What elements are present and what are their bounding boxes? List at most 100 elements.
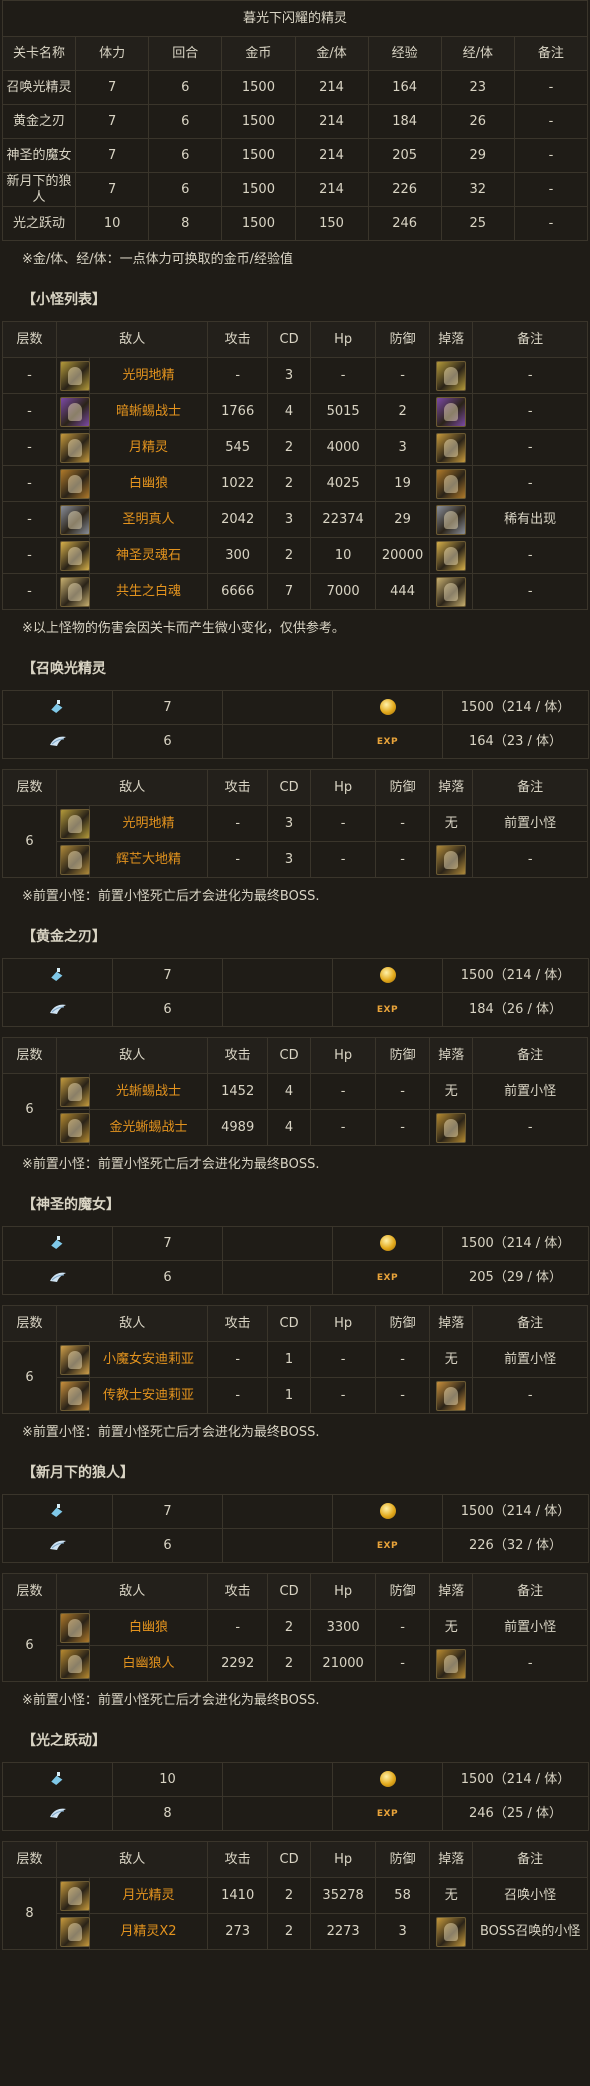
defense-cell: - [375, 357, 431, 394]
note-cell: - [472, 1109, 588, 1146]
gold-value: 1500（214 / 体） [442, 958, 589, 993]
monster-header: 层数 [1, 1305, 58, 1342]
monster-name[interactable]: 白幽狼 [88, 1609, 209, 1646]
overview-cell: 214 [294, 104, 369, 139]
monster-name[interactable]: 传教士安迪莉亚 [88, 1377, 209, 1414]
defense-cell: - [375, 805, 431, 842]
monster-name[interactable]: 暗蜥蜴战士 [88, 393, 209, 430]
note-cell: 前置小怪 [472, 1073, 588, 1110]
monster-name[interactable]: 辉芒大地精 [88, 841, 209, 878]
monster-header: 防御 [375, 1573, 431, 1610]
stage-title: 【新月下的狼人】 [22, 1465, 134, 1481]
monster-name[interactable]: 神圣灵魂石 [88, 537, 209, 574]
hp-cell: - [310, 805, 377, 842]
attack-cell: 1452 [207, 1073, 268, 1110]
attack-cell: - [207, 1341, 268, 1378]
floor-cell: - [1, 393, 58, 430]
exp-value: 226（32 / 体） [442, 1528, 589, 1563]
hp-cell: 4025 [310, 465, 377, 502]
monster-header: CD [266, 321, 312, 358]
monster-name[interactable]: 圣明真人 [88, 501, 209, 538]
overview-cell: 6 [148, 104, 223, 139]
monster-header: 攻击 [207, 1305, 268, 1342]
turns-value: 6 [112, 1260, 223, 1295]
cd-cell: 3 [266, 501, 312, 538]
overview-cell: - [513, 206, 589, 241]
potion-icon [2, 1494, 113, 1529]
monster-name[interactable]: 月精灵 [88, 429, 209, 466]
monster-row: 传教士安迪莉亚 -1- - - [3, 1377, 588, 1414]
note-cell: - [472, 357, 588, 394]
monster-name[interactable]: 光蜥蜴战士 [88, 1073, 209, 1110]
monster-name[interactable]: 月精灵X2 [88, 1913, 209, 1950]
overview-cell: - [513, 138, 589, 173]
monster-table: 层数 敌人 攻击 CD Hp 防御 掉落 备注 8 月光精灵 1410 2 35278 58 无召唤小怪 月精… [1, 1841, 588, 1950]
overview-cell: 黄金之刃 [1, 104, 77, 139]
monster-header: 防御 [375, 1841, 431, 1878]
drop-cell: 无 [429, 1341, 474, 1378]
monster-header: 防御 [375, 1305, 431, 1342]
cd-cell: 4 [266, 1073, 312, 1110]
hp-cell: - [310, 1341, 377, 1378]
drop-cell [429, 1913, 474, 1950]
monster-name[interactable]: 光明地精 [88, 357, 209, 394]
overview-header: 关卡名称 [1, 36, 77, 71]
coin-icon [332, 958, 443, 993]
monster-portrait [60, 1612, 91, 1643]
monster-name[interactable]: 共生之白魂 [88, 573, 209, 610]
overview-cell: 184 [367, 104, 442, 139]
monster-header: CD [266, 1305, 312, 1342]
stamina-value: 7 [112, 1226, 223, 1261]
monster-header: 防御 [375, 321, 431, 358]
drop-cell [429, 1109, 474, 1146]
drop-cell: 无 [429, 1073, 474, 1110]
drop-cell [429, 537, 474, 574]
attack-cell: 2292 [207, 1645, 268, 1682]
drop-text: 无 [444, 1887, 458, 1903]
overview-cell: - [513, 172, 589, 207]
monster-portrait [60, 1380, 91, 1411]
monster-header: 防御 [375, 1037, 431, 1074]
monster-name[interactable]: 白幽狼人 [88, 1645, 209, 1682]
monster-name[interactable]: 光明地精 [88, 805, 209, 842]
floor-cell: 6 [1, 1609, 58, 1682]
note-cell: 召唤小怪 [472, 1877, 588, 1914]
drop-cell: 无 [429, 1877, 474, 1914]
monster-header: 敌人 [56, 321, 209, 358]
stamina-value: 7 [112, 690, 223, 725]
monster-header: 层数 [1, 1573, 58, 1610]
floor-cell: - [1, 465, 58, 502]
monster-name[interactable]: 月光精灵 [88, 1877, 209, 1914]
monster-name[interactable]: 白幽狼 [88, 465, 209, 502]
monster-header: CD [266, 1573, 312, 1610]
monster-portrait [60, 1916, 91, 1947]
overview-table: 暮光下闪耀的精灵 关卡名称 体力 回合 金币 金/体 经验 经/体 备注 召唤光精灵 7 6 1500 2… [1, 0, 589, 241]
stage-note: ※前置小怪：前置小怪死亡后才会进化为最终BOSS. [22, 1425, 320, 1440]
defense-cell: - [375, 1645, 431, 1682]
hp-cell: - [310, 841, 377, 878]
floor-cell: - [1, 573, 58, 610]
monster-header: Hp [310, 1305, 377, 1342]
monster-header: 攻击 [207, 1037, 268, 1074]
monster-header: 掉落 [429, 1841, 474, 1878]
monster-name[interactable]: 金光蜥蜴战士 [88, 1109, 209, 1146]
attack-cell: 2042 [207, 501, 268, 538]
overview-cell: 25 [440, 206, 515, 241]
overview-row: 召唤光精灵 7 6 1500 214 164 23- [1, 70, 589, 105]
monster-header: Hp [310, 1037, 377, 1074]
exp-icon: EXP [332, 1796, 443, 1831]
overview-cell: 10 [75, 206, 150, 241]
note-cell: BOSS召唤的小怪 [472, 1913, 588, 1950]
drop-cell [429, 357, 474, 394]
overview-row: 黄金之刃 7 6 1500 214 184 26- [1, 104, 589, 139]
exp-label: EXP [376, 1005, 399, 1015]
monster-header: 攻击 [207, 1573, 268, 1610]
monster-name[interactable]: 小魔女安迪莉亚 [88, 1341, 209, 1378]
monster-header: 敌人 [56, 769, 209, 806]
monster-row: - 光明地精 -3- - - [1, 357, 588, 394]
monster-row: - 圣明真人 2042 3 22374 29 稀有出现 [1, 501, 588, 538]
note-cell: - [472, 429, 588, 466]
monster-header: 层数 [1, 1841, 58, 1878]
monster-header: Hp [310, 1841, 377, 1878]
hp-cell: 7000 [310, 573, 377, 610]
